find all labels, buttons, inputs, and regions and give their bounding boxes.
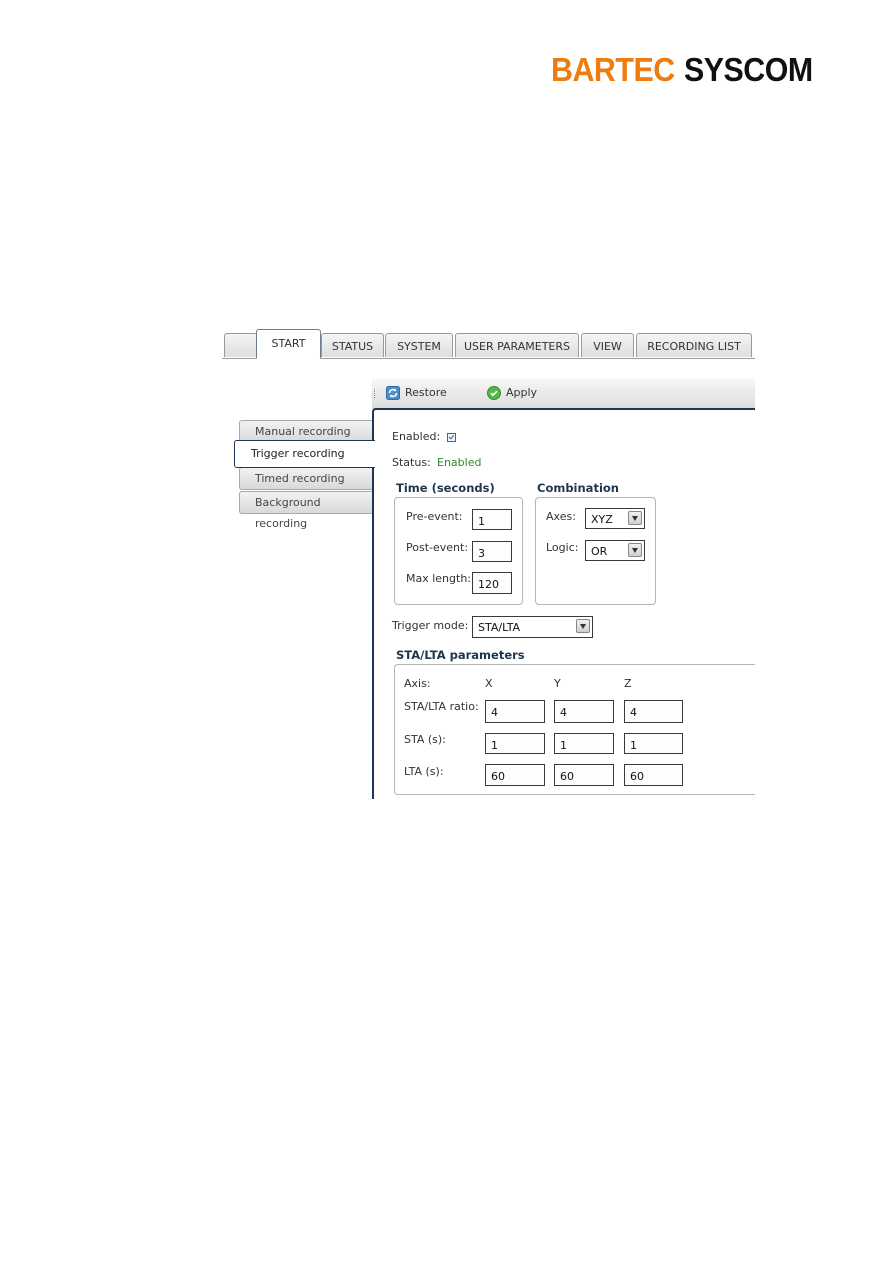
post-event-label: Post-event:: [406, 541, 469, 554]
stalta-ratio-label: STA/LTA ratio:: [404, 700, 479, 713]
sidebar-item-label: Manual recording: [255, 425, 351, 438]
main-tab-bar: START STATUS SYSTEM USER PARAMETERS VIEW…: [222, 327, 755, 359]
stalta-ratio-z-input[interactable]: 4: [624, 700, 683, 723]
stalta-ratio-y-input[interactable]: 4: [554, 700, 614, 723]
sidebar-item-timed-recording[interactable]: Timed recording: [239, 467, 375, 490]
input-value: 1: [491, 739, 498, 752]
sta-label: STA (s):: [404, 733, 446, 746]
lta-z-input[interactable]: 60: [624, 764, 683, 786]
dropdown-arrow-icon[interactable]: [576, 619, 590, 633]
input-value: 60: [560, 770, 574, 783]
stalta-section-title: STA/LTA parameters: [396, 648, 525, 662]
restore-label: Restore: [405, 386, 447, 399]
input-value: 4: [491, 706, 498, 719]
logic-label: Logic:: [546, 541, 579, 554]
status-label: Status:: [392, 456, 431, 469]
enabled-label: Enabled:: [392, 430, 441, 443]
sidebar-item-label: Trigger recording: [251, 447, 345, 460]
logic-value: OR: [591, 545, 608, 558]
tab-recording-list[interactable]: RECORDING LIST: [636, 333, 752, 357]
trigger-mode-label: Trigger mode:: [392, 619, 469, 632]
app-screenshot: START STATUS SYSTEM USER PARAMETERS VIEW…: [222, 327, 755, 799]
axes-select[interactable]: XYZ: [585, 508, 645, 529]
sidebar-item-label: Background recording: [255, 496, 321, 530]
axis-header-y: Y: [554, 677, 561, 690]
time-section-title: Time (seconds): [396, 481, 495, 495]
tab-label: USER PARAMETERS: [463, 340, 571, 353]
brand-logo-bartec: BARTEC: [551, 51, 675, 88]
axis-header-x: X: [485, 677, 493, 690]
sidebar-item-label: Timed recording: [255, 472, 345, 485]
axes-value: XYZ: [591, 513, 613, 526]
tab-label: VIEW: [593, 340, 622, 353]
input-value: 1: [630, 739, 637, 752]
input-value: 1: [560, 739, 567, 752]
tab-label: START: [271, 337, 306, 350]
tab-system[interactable]: SYSTEM: [385, 333, 453, 357]
dropdown-arrow-icon[interactable]: [628, 511, 642, 525]
restore-button[interactable]: Restore: [386, 385, 447, 401]
apply-label: Apply: [506, 386, 538, 399]
input-value: 4: [560, 706, 567, 719]
trigger-mode-select[interactable]: STA/LTA: [472, 616, 593, 638]
pre-event-label: Pre-event:: [406, 510, 463, 523]
axes-label: Axes:: [546, 510, 576, 523]
combination-section-title: Combination: [537, 481, 619, 495]
brand-logo-syscom: SYSCOM: [683, 51, 813, 88]
trigger-mode-value: STA/LTA: [478, 621, 521, 634]
tab-start[interactable]: START: [256, 329, 321, 359]
tab-label: SYSTEM: [397, 340, 441, 353]
tab-view[interactable]: VIEW: [581, 333, 634, 357]
max-length-label: Max length:: [406, 572, 472, 585]
toolbar-grip-handle[interactable]: [374, 389, 377, 398]
lta-x-input[interactable]: 60: [485, 764, 545, 786]
tab-label: RECORDING LIST: [647, 340, 741, 353]
sta-x-input[interactable]: 1: [485, 733, 545, 754]
tab-label: STATUS: [331, 340, 374, 353]
toolbar: Restore Apply: [372, 379, 755, 409]
tab-status[interactable]: STATUS: [321, 333, 384, 357]
trigger-recording-panel: Enabled: Status: Enabled Time (seconds) …: [372, 408, 755, 799]
max-length-value: 120: [478, 578, 499, 591]
pre-event-input[interactable]: 1: [472, 509, 512, 530]
check-circle-icon: [487, 386, 501, 400]
pre-event-value: 1: [478, 515, 485, 528]
tab-user-parameters[interactable]: USER PARAMETERS: [455, 333, 579, 357]
dropdown-arrow-icon[interactable]: [628, 543, 642, 557]
sidebar-item-trigger-recording[interactable]: Trigger recording: [234, 440, 375, 468]
sta-y-input[interactable]: 1: [554, 733, 614, 754]
lta-label: LTA (s):: [404, 765, 444, 778]
enabled-checkbox[interactable]: [447, 433, 456, 442]
input-value: 60: [630, 770, 644, 783]
post-event-value: 3: [478, 547, 485, 560]
tab-blank[interactable]: [224, 333, 258, 357]
axis-header-label: Axis:: [404, 677, 431, 690]
apply-button[interactable]: Apply: [487, 385, 537, 401]
post-event-input[interactable]: 3: [472, 541, 512, 562]
logic-select[interactable]: OR: [585, 540, 645, 561]
max-length-input[interactable]: 120: [472, 572, 512, 594]
input-value: 60: [491, 770, 505, 783]
lta-y-input[interactable]: 60: [554, 764, 614, 786]
sta-z-input[interactable]: 1: [624, 733, 683, 754]
sidebar-item-background-recording[interactable]: Background recording: [239, 491, 375, 530]
axis-header-z: Z: [624, 677, 632, 690]
brand-logo: BARTEC SYSCOM: [551, 51, 813, 89]
refresh-icon: [386, 386, 400, 400]
input-value: 4: [630, 706, 637, 719]
status-value: Enabled: [437, 456, 482, 469]
stalta-ratio-x-input[interactable]: 4: [485, 700, 545, 723]
